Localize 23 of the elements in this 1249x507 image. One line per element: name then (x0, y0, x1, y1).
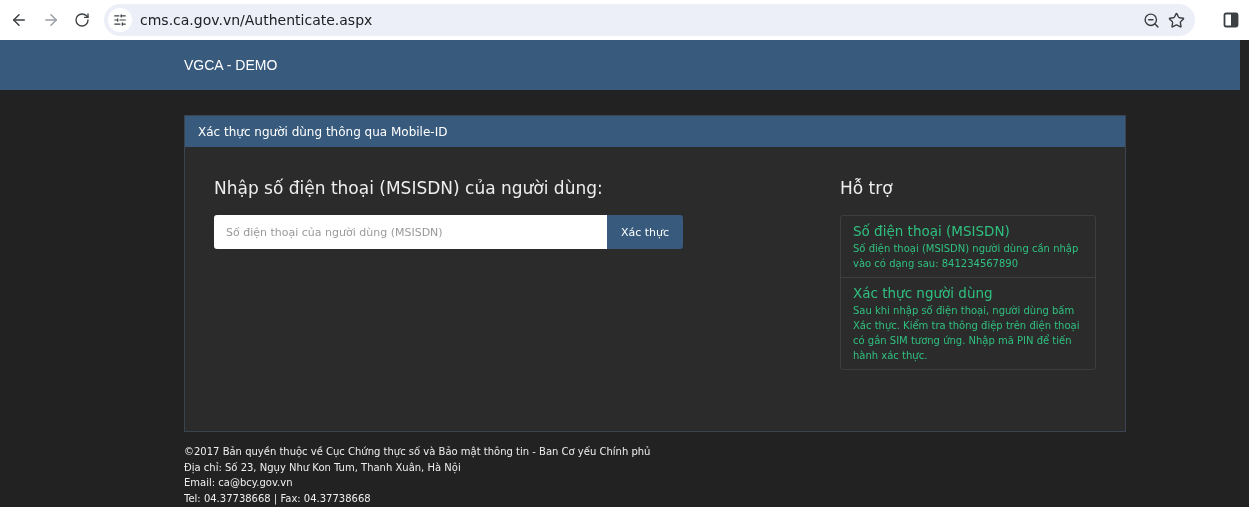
panel-title: Xác thực người dùng thông qua Mobile-ID (185, 116, 1125, 147)
phone-input[interactable]: Số điện thoại của người dùng (MSISDN) (214, 215, 607, 249)
footer-line: Tel: 04.37738668 | Fax: 04.37738668 (184, 491, 372, 506)
back-icon[interactable] (10, 11, 28, 29)
star-icon[interactable] (1168, 11, 1185, 29)
forward-icon[interactable] (42, 11, 60, 29)
help-text: Số điện thoại (MSISDN) người dùng cần nhập vào có dạng sau: 841234567890 (853, 242, 1080, 271)
footer-line: ©2017 Bản quyền thuộc về Cục Chứng thực số và Bảo mật thông tin - Ban Cơ yếu Chính phủ (184, 445, 652, 459)
url-text: cms.ca.gov.vn/Authenticate.aspx (140, 12, 374, 28)
brand[interactable]: VGCA - DEMO (184, 57, 278, 73)
help-text: Sau khi nhập số điện thoại, người dùng bấm Xác thực. Kiểm tra thông điệp trên điện thoại có gắn SIM tương ứng. Nhập mã PIN để tiến hành xác thực. (853, 304, 1081, 363)
address-bar[interactable]: cms.ca.gov.vn/Authenticate.aspx (104, 4, 1195, 36)
reload-icon[interactable] (74, 12, 90, 28)
site-settings-icon[interactable] (108, 8, 132, 32)
verify-button[interactable]: Xác thực (607, 215, 683, 249)
footer-line: Địa chỉ: Số 23, Ngụy Như Kon Tum, Thanh Xuân, Hà Nội (184, 460, 462, 475)
zoom-out-icon[interactable] (1143, 11, 1160, 29)
form-heading: Nhập số điện thoại (MSISDN) của người dùng: (214, 177, 604, 200)
help-title: Số điện thoại (MSISDN) (853, 222, 1011, 241)
side-panel-icon[interactable] (1223, 12, 1239, 28)
help-heading: Hỗ trợ (840, 177, 894, 200)
footer-line: Email: ca@bcy.gov.vn (184, 476, 294, 490)
help-title: Xác thực người dùng (853, 284, 994, 303)
